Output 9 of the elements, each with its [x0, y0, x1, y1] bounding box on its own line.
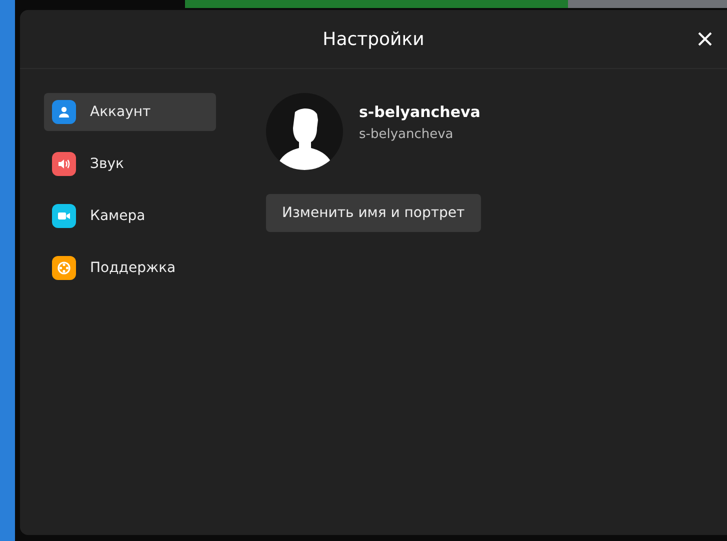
- user-login: s-belyancheva: [359, 127, 454, 142]
- edit-profile-button[interactable]: Изменить имя и портрет: [266, 194, 481, 232]
- sidebar-item[interactable]: Камера: [44, 197, 216, 235]
- sidebar-item[interactable]: Поддержка: [44, 249, 216, 287]
- sidebar-item[interactable]: Звук: [44, 145, 216, 183]
- dialog-title: Настройки: [322, 28, 424, 50]
- sidebar-item[interactable]: Аккаунт: [44, 93, 216, 131]
- close-icon: [697, 31, 713, 47]
- user-name: s-belyancheva: [359, 103, 480, 121]
